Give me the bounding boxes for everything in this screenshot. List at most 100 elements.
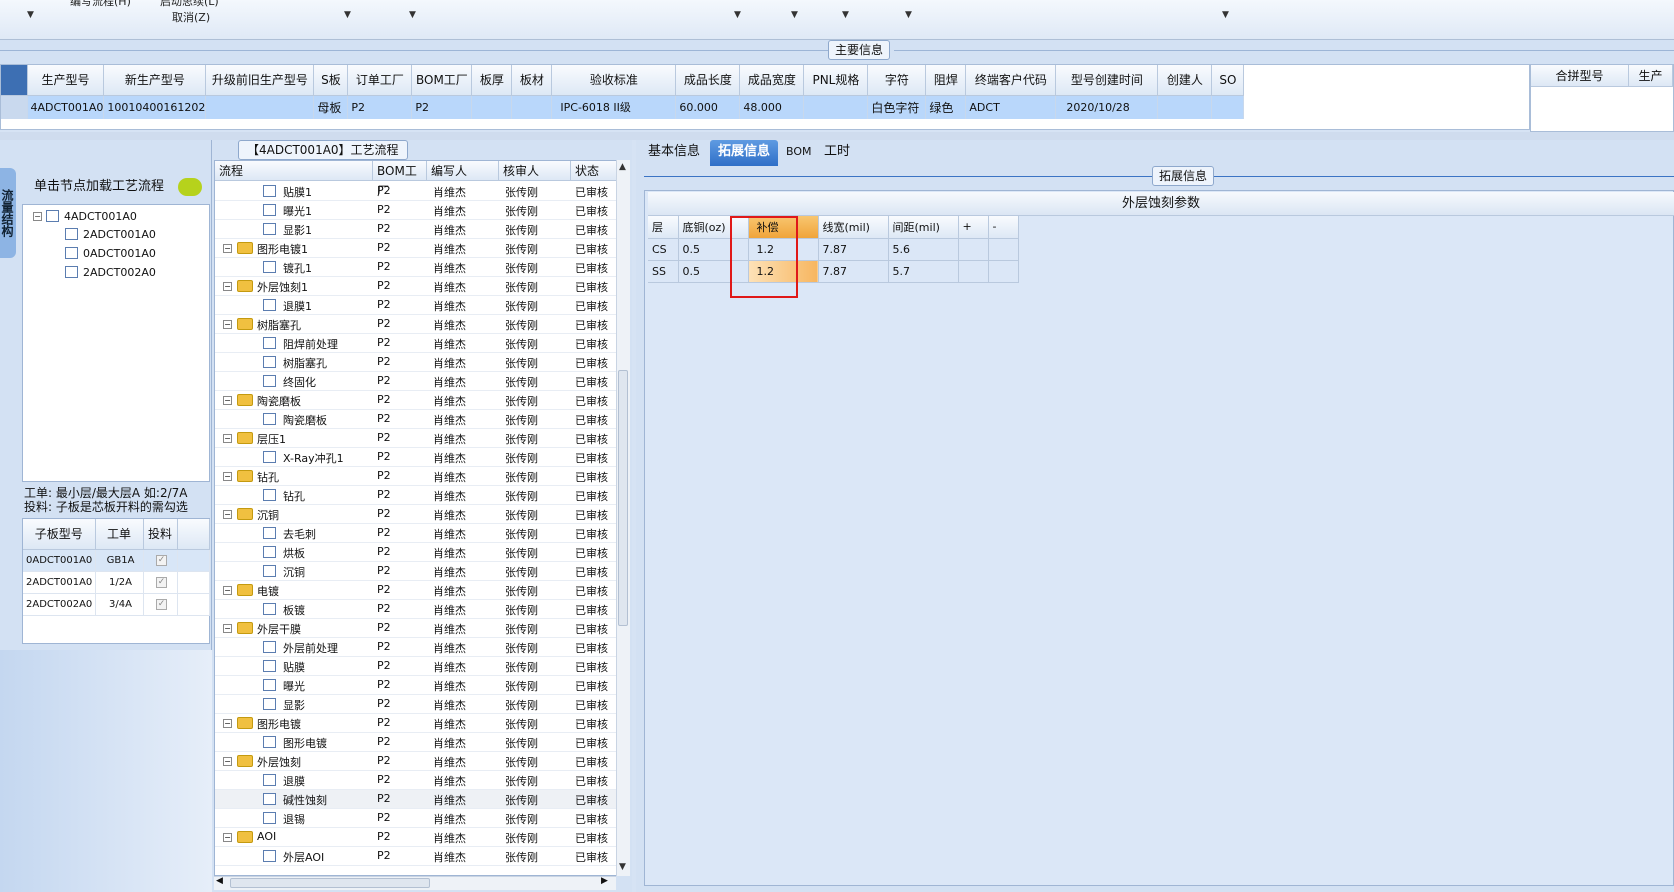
process-row[interactable]: 外层AOI P2 肖维杰 张传刚 已审核: [215, 847, 617, 866]
checkbox[interactable]: ✓: [156, 577, 167, 588]
table-row[interactable]: 2ADCT001A0 1/2A ✓: [23, 571, 210, 594]
collapse-icon[interactable]: −: [223, 396, 232, 405]
remove-column-button[interactable]: -: [988, 216, 1019, 239]
column-header[interactable]: 编写人: [427, 161, 499, 181]
chevron-down-icon[interactable]: ▼: [1222, 10, 1229, 20]
column-header[interactable]: BOM工厂: [411, 65, 473, 96]
collapse-icon[interactable]: −: [223, 757, 232, 766]
cell[interactable]: 白色字符: [867, 95, 927, 119]
cell[interactable]: 10010400161202: [103, 95, 207, 119]
cell[interactable]: 2ADCT001A0: [23, 571, 96, 594]
tree-node[interactable]: 0ADCT001A0: [65, 244, 156, 262]
process-row[interactable]: − AOI P2 肖维杰 张传刚 已审核: [215, 828, 617, 847]
cell[interactable]: GB1A: [95, 549, 144, 572]
cell[interactable]: 2ADCT002A0: [23, 593, 96, 616]
tab-extended-info[interactable]: 拓展信息: [710, 140, 779, 166]
process-row[interactable]: − 图形电镀 P2 肖维杰 张传刚 已审核: [215, 714, 617, 733]
column-header[interactable]: 工单: [95, 519, 144, 550]
process-row[interactable]: 钻孔 P2 肖维杰 张传刚 已审核: [215, 486, 617, 505]
column-header[interactable]: S板: [313, 65, 349, 96]
cell[interactable]: [1211, 95, 1245, 119]
collapse-icon[interactable]: −: [223, 472, 232, 481]
collapse-icon[interactable]: −: [223, 624, 232, 633]
collapse-icon[interactable]: −: [223, 434, 232, 443]
column-header[interactable]: 字符: [867, 65, 927, 96]
column-header[interactable]: PNL规格: [803, 65, 869, 96]
process-row[interactable]: 贴膜 P2 肖维杰 张传刚 已审核: [215, 657, 617, 676]
cell[interactable]: ADCT: [965, 95, 1057, 119]
column-header[interactable]: 成品宽度: [739, 65, 805, 96]
collapse-icon[interactable]: −: [223, 244, 232, 253]
add-column-button[interactable]: +: [958, 216, 989, 239]
process-row[interactable]: 陶瓷磨板 P2 肖维杰 张传刚 已审核: [215, 410, 617, 429]
process-row[interactable]: 退膜1 P2 肖维杰 张传刚 已审核: [215, 296, 617, 315]
checkbox[interactable]: ✓: [156, 555, 167, 566]
cell[interactable]: P2: [347, 95, 413, 119]
menu-start[interactable]: 启动思续(L): [160, 0, 219, 9]
menu-edit-process[interactable]: 编写流程(H): [70, 0, 131, 9]
cell[interactable]: 1/2A: [95, 571, 144, 594]
cell[interactable]: 0ADCT001A0: [23, 549, 96, 572]
process-row[interactable]: 去毛刺 P2 肖维杰 张传刚 已审核: [215, 524, 617, 543]
column-header[interactable]: 成品长度: [675, 65, 741, 96]
process-row[interactable]: 碱性蚀刻 P2 肖维杰 张传刚 已审核: [215, 790, 617, 809]
column-header[interactable]: 新生产型号: [103, 65, 207, 96]
cell[interactable]: 7.87: [818, 260, 889, 283]
column-header[interactable]: 投料: [143, 519, 178, 550]
scroll-thumb[interactable]: [618, 370, 628, 626]
column-header[interactable]: 阻焊: [925, 65, 967, 96]
cell[interactable]: 2020/10/28: [1055, 95, 1159, 119]
row-selector[interactable]: [1, 95, 28, 119]
process-row[interactable]: − 钻孔 P2 肖维杰 张传刚 已审核: [215, 467, 617, 486]
column-header[interactable]: SO: [1211, 65, 1245, 96]
tab-basic-info[interactable]: 基本信息: [640, 140, 708, 166]
table-row[interactable]: 0ADCT001A0 GB1A ✓: [23, 549, 210, 572]
process-row[interactable]: 显影 P2 肖维杰 张传刚 已审核: [215, 695, 617, 714]
chevron-down-icon[interactable]: ▼: [409, 10, 416, 20]
collapse-icon[interactable]: −: [33, 211, 42, 221]
splitter[interactable]: [0, 132, 1674, 140]
process-row[interactable]: − 电镀 P2 肖维杰 张传刚 已审核: [215, 581, 617, 600]
cell[interactable]: [988, 238, 1019, 261]
tab-bom[interactable]: BOM: [778, 140, 820, 166]
collapse-icon[interactable]: −: [223, 719, 232, 728]
chevron-down-icon[interactable]: ▼: [842, 10, 849, 20]
cell[interactable]: 60.000: [675, 95, 741, 119]
chevron-down-icon[interactable]: ▼: [905, 10, 912, 20]
cell[interactable]: [205, 95, 315, 119]
cell[interactable]: 7.87: [818, 238, 889, 261]
collapse-icon[interactable]: −: [223, 320, 232, 329]
merge-prod-header[interactable]: 生产: [1629, 65, 1673, 86]
cell[interactable]: P2: [411, 95, 473, 119]
process-row[interactable]: X-Ray冲孔1 P2 肖维杰 张传刚 已审核: [215, 448, 617, 467]
scroll-left-icon[interactable]: ◀: [216, 876, 223, 886]
column-header[interactable]: 板厚: [471, 65, 513, 96]
column-header[interactable]: 创建人: [1157, 65, 1213, 96]
column-header[interactable]: 状态: [571, 161, 617, 181]
menu-cancel[interactable]: 取消(Z): [172, 9, 210, 25]
process-row[interactable]: 退锡 P2 肖维杰 张传刚 已审核: [215, 809, 617, 828]
tree-node[interactable]: 2ADCT002A0: [65, 263, 156, 281]
column-header[interactable]: 生产型号: [27, 65, 105, 96]
column-header[interactable]: 板材: [511, 65, 553, 96]
tab-work-hours[interactable]: 工时: [816, 140, 858, 166]
process-row[interactable]: 显影1 P2 肖维杰 张传刚 已审核: [215, 220, 617, 239]
process-row[interactable]: − 外层干膜 P2 肖维杰 张传刚 已审核: [215, 619, 617, 638]
collapse-icon[interactable]: −: [223, 833, 232, 842]
side-tab[interactable]: 流量结构: [0, 168, 16, 258]
cell[interactable]: 3/4A: [95, 593, 144, 616]
column-header[interactable]: 层: [648, 216, 679, 239]
cell[interactable]: IPC-6018 II级: [551, 95, 677, 119]
scroll-up-icon[interactable]: ▲: [619, 162, 626, 172]
tree-node[interactable]: − 4ADCT001A0: [33, 207, 137, 225]
process-row[interactable]: 沉铜 P2 肖维杰 张传刚 已审核: [215, 562, 617, 581]
process-row[interactable]: − 外层蚀刻 P2 肖维杰 张传刚 已审核: [215, 752, 617, 771]
cell[interactable]: [803, 95, 869, 119]
chevron-down-icon[interactable]: ▼: [27, 10, 34, 20]
process-row[interactable]: 烘板 P2 肖维杰 张传刚 已审核: [215, 543, 617, 562]
cell[interactable]: [988, 260, 1019, 283]
process-row[interactable]: 阻焊前处理 P2 肖维杰 张传刚 已审核: [215, 334, 617, 353]
cell[interactable]: 母板: [313, 95, 349, 119]
process-row[interactable]: 曝光1 P2 肖维杰 张传刚 已审核: [215, 201, 617, 220]
column-header[interactable]: 升级前旧生产型号: [205, 65, 315, 96]
